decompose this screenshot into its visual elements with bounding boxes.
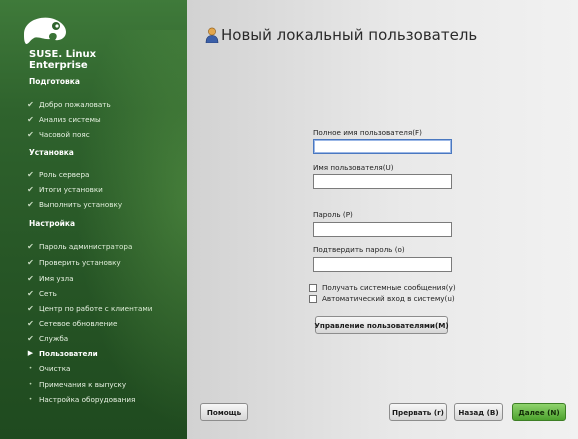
- confirm-password-input[interactable]: [313, 257, 452, 272]
- suse-chameleon-logo: [24, 17, 66, 44]
- sidebar-step: ✔ Часовой пояс: [25, 128, 90, 140]
- check-icon: ✔: [27, 241, 34, 251]
- confirm-password-label: Подтвердить пароль (o): [313, 245, 405, 254]
- step-label: Служба: [39, 333, 69, 343]
- sidebar-step: ✔ Имя узла: [25, 272, 73, 284]
- bullet-icon: •: [28, 364, 33, 372]
- check-icon: ✔: [27, 99, 34, 109]
- step-label: Проверить установку: [39, 257, 121, 267]
- main-panel: Новый локальный пользователь Полное имя …: [187, 0, 578, 439]
- step-label: Настройка оборудования: [39, 394, 136, 404]
- sidebar-step: ✔ Выполнить установку: [25, 198, 122, 210]
- step-label: Центр по работе с клиентами: [39, 303, 153, 313]
- arrow-right-icon: ▶: [27, 349, 34, 357]
- step-label: Добро пожаловать: [39, 99, 111, 109]
- abort-button[interactable]: Прервать (r): [389, 403, 447, 421]
- check-icon: ✔: [27, 257, 34, 267]
- brand-text: SUSE. Linux Enterprise: [29, 49, 96, 71]
- autologin-label: Автоматический вход в систему(u): [322, 294, 455, 303]
- autologin-checkbox[interactable]: Автоматический вход в систему(u): [309, 294, 455, 303]
- username-input[interactable]: [313, 174, 452, 189]
- check-icon: ✔: [27, 273, 34, 283]
- manage-users-button[interactable]: Управление пользователями(M): [314, 316, 449, 334]
- password-input[interactable]: [313, 222, 452, 237]
- step-label: Выполнить установку: [39, 199, 123, 209]
- check-icon: ✔: [27, 169, 34, 179]
- sidebar-step: • Очистка: [25, 362, 71, 374]
- step-label: Сетевое обновление: [39, 318, 118, 328]
- page-title: Новый локальный пользователь: [221, 26, 478, 44]
- user-icon: [205, 27, 219, 43]
- full-name-label: Полное имя пользователя(F): [313, 128, 422, 137]
- step-label: Пользователи: [39, 348, 98, 358]
- brand-line-1: SUSE. Linux: [29, 49, 97, 60]
- sidebar-step: ✔ Служба: [25, 332, 68, 344]
- sidebar-step: ✔ Сеть: [25, 287, 57, 299]
- system-mail-label: Получать системные сообщения(y): [322, 283, 456, 292]
- system-mail-checkbox[interactable]: Получать системные сообщения(y): [309, 283, 456, 292]
- back-button[interactable]: Назад (B): [454, 403, 503, 421]
- username-label: Имя пользователя(U): [313, 163, 394, 172]
- check-icon: ✔: [27, 184, 34, 194]
- bullet-icon: •: [28, 380, 33, 388]
- sidebar-step: ✔ Сетевое обновление: [25, 317, 117, 329]
- sidebar-step: ✔ Итоги установки: [25, 183, 103, 195]
- step-label: Имя узла: [39, 273, 74, 283]
- check-icon: ✔: [27, 333, 34, 343]
- sidebar-step: ✔ Проверить установку: [25, 256, 121, 268]
- full-name-input[interactable]: [313, 139, 452, 154]
- sidebar-step: ✔ Роль сервера: [25, 168, 89, 180]
- check-icon: ✔: [27, 129, 34, 139]
- bullet-icon: •: [28, 395, 33, 403]
- step-label: Сеть: [39, 288, 57, 298]
- help-button[interactable]: Помощь: [200, 403, 248, 421]
- brand-line-2: Enterprise: [29, 60, 88, 71]
- password-label: Пароль (P): [313, 210, 353, 219]
- sidebar-step: • Примечания к выпуску: [25, 378, 126, 390]
- step-label: Часовой пояс: [39, 129, 90, 139]
- check-icon: ✔: [27, 114, 34, 124]
- check-icon: ✔: [27, 288, 34, 298]
- step-label: Очистка: [39, 363, 71, 373]
- checkbox-box[interactable]: [309, 283, 317, 292]
- sidebar-step: • Настройка оборудования: [25, 393, 136, 405]
- sidebar-step: ✔ Центр по работе с клиентами: [25, 302, 152, 314]
- step-label: Примечания к выпуску: [39, 379, 127, 389]
- sidebar: SUSE. Linux Enterprise Подготовка ✔ Добро…: [0, 0, 187, 439]
- checkbox-box[interactable]: [309, 294, 317, 303]
- sidebar-step: ✔ Анализ системы: [25, 113, 101, 125]
- check-icon: ✔: [27, 318, 34, 328]
- sidebar-step: ✔ Добро пожаловать: [25, 98, 111, 110]
- step-label: Роль сервера: [39, 169, 90, 179]
- check-icon: ✔: [27, 303, 34, 313]
- step-label: Анализ системы: [39, 114, 101, 124]
- sidebar-step-current: ▶ Пользователи: [25, 347, 98, 359]
- section-heading: Подготовка: [29, 77, 80, 86]
- section-heading: Настройка: [29, 219, 76, 228]
- next-button[interactable]: Далее (N): [512, 403, 566, 421]
- step-label: Итоги установки: [39, 184, 103, 194]
- sidebar-step: ✔ Пароль администратора: [25, 240, 132, 252]
- check-icon: ✔: [27, 199, 34, 209]
- section-heading: Установка: [29, 148, 74, 157]
- step-label: Пароль администратора: [39, 241, 133, 251]
